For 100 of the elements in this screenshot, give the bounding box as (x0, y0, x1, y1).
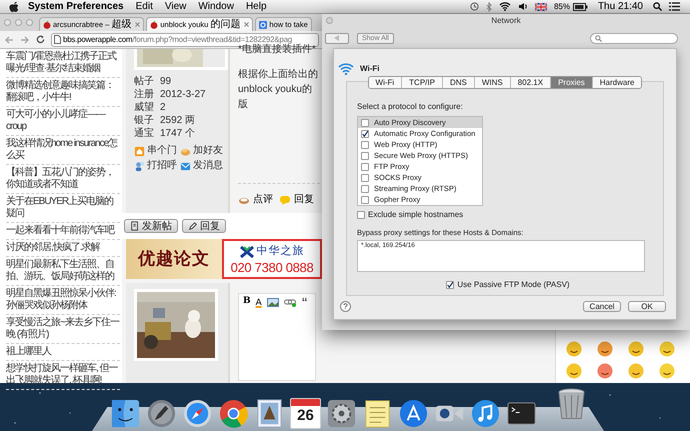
stat-value: 2 (160, 102, 166, 114)
dialog-button[interactable]: OK (628, 301, 666, 312)
thread-link[interactable]: 微博精选创意趣味搞笑篇：翻滚吧，小牛牛! (6, 80, 120, 104)
thread-button[interactable]: 回复 (182, 219, 226, 233)
bluetooth-icon[interactable] (486, 2, 492, 12)
checkbox[interactable] (361, 184, 369, 192)
pencil-icon (188, 221, 198, 231)
checkbox[interactable] (361, 140, 369, 148)
checkbox[interactable] (361, 174, 369, 182)
profile-link[interactable]: 串个门 (134, 145, 180, 157)
close-icon[interactable] (244, 22, 250, 27)
close-icon[interactable] (135, 22, 140, 27)
window-title: Network (491, 15, 521, 27)
text-color-button[interactable]: A (256, 298, 262, 306)
segment-tab[interactable]: 802.1X (510, 77, 550, 88)
thread-link[interactable]: 祖上哪里人 (6, 346, 120, 358)
section-label: Select a protocol to configure: (357, 101, 464, 113)
dialog-button[interactable]: Cancel (583, 301, 621, 312)
speech-bubble-icon (279, 194, 291, 206)
profile-link[interactable]: 发消息 (180, 160, 226, 172)
reload-icon[interactable] (36, 35, 45, 44)
menu-item[interactable]: Help (246, 0, 267, 14)
segment-tab[interactable]: WINS (474, 77, 510, 88)
thread-button[interactable]: 发新帖 (124, 219, 178, 233)
stat-label: 银子 (134, 115, 155, 127)
calendar-icon[interactable]: 26 (290, 398, 321, 429)
stat-label: 注册 (134, 89, 155, 101)
finder-icon[interactable] (110, 398, 141, 429)
post-action-link[interactable]: 点评 (238, 192, 273, 207)
browser-icon[interactable] (218, 398, 249, 429)
search-icon[interactable] (653, 2, 662, 11)
stat-value: 1747 个 (160, 128, 196, 140)
banner-text: 优越论文 (138, 248, 210, 270)
post-text: 根据你上面给出的 (238, 68, 319, 82)
menu-clock[interactable]: Thu 21:40 (598, 0, 643, 14)
wifi-icon[interactable] (498, 2, 511, 11)
compass-icon[interactable] (182, 398, 213, 429)
post-heading: *电脑直接装插件* (238, 44, 317, 57)
person-icon (134, 160, 145, 172)
apple-menu-icon[interactable] (9, 1, 19, 12)
clock-icon[interactable] (470, 2, 479, 11)
forward-icon[interactable] (20, 36, 30, 44)
speaker-icon[interactable] (518, 2, 528, 11)
battery-percentage: 85% (554, 0, 570, 12)
link-icon[interactable] (284, 298, 297, 306)
thread-link[interactable]: 一起来看看十年前得汽车吧 (6, 225, 120, 237)
profile-link[interactable]: 加好友 (180, 145, 226, 157)
trash-icon[interactable] (556, 387, 587, 421)
apple-favicon-icon (150, 20, 158, 28)
checkbox[interactable] (361, 196, 369, 204)
thread-link[interactable]: 讨厌的邻居,快疯了.求解 (6, 242, 120, 254)
checkbox[interactable] (357, 211, 365, 219)
apple-favicon-icon (43, 20, 51, 28)
thread-link[interactable]: 车震门/霍恩燕杜江携子正式曝光/理查·基尔结束婚姻 (6, 51, 120, 75)
quote-button[interactable]: “ (302, 298, 308, 306)
banner-phone: 020 7380 0888 (230, 260, 314, 275)
stat-value: 2012-3-27 (160, 89, 206, 101)
back-icon (334, 35, 340, 41)
segment-tab[interactable]: TCP/IP (401, 77, 442, 88)
profile-link[interactable]: 打招呼 (134, 160, 180, 172)
menu-item[interactable]: View (164, 0, 186, 14)
thread-link[interactable]: 【科普】五花八门的姿势，你知道或者不知道 (6, 167, 120, 191)
thread-link[interactable]: 可大可小的小儿哮症——croup (6, 109, 120, 133)
stat-label: 威望 (134, 102, 155, 114)
battery-icon[interactable] (572, 2, 588, 10)
checkbox[interactable] (446, 281, 454, 290)
app-store-icon[interactable] (398, 398, 429, 429)
segment-tab[interactable]: DNS (442, 77, 474, 88)
checkbox[interactable] (361, 152, 369, 160)
segment-tab[interactable]: Wi-Fi (368, 77, 402, 88)
search-icon (595, 34, 602, 42)
checkbox[interactable] (361, 162, 369, 170)
flag-icon[interactable] (534, 2, 547, 10)
image-icon[interactable] (266, 298, 279, 306)
thread-link[interactable]: 我这样情况home insurance怎么买 (6, 138, 120, 162)
bold-button[interactable]: B (243, 295, 251, 309)
back-icon[interactable] (4, 36, 14, 44)
list-icon[interactable] (669, 2, 680, 11)
thread-link[interactable]: 明星们最新私下生活照、自拍、游玩、饭局好萌这样的 (6, 259, 120, 283)
segment-tab[interactable]: Hardware (592, 77, 642, 88)
thread-link[interactable]: 享受慢活之旅~来去乡下住一晚 (有照片) (6, 317, 120, 341)
post-action-link[interactable]: 回复 (279, 192, 314, 207)
music-note-icon[interactable] (470, 398, 501, 429)
help-button[interactable]: ? (340, 301, 351, 312)
app-menu[interactable]: System Preferences (28, 0, 124, 14)
post-text: unblock youku的版 (238, 83, 313, 112)
editor-box[interactable]: B A “ (238, 293, 316, 381)
thread-link[interactable]: 明星自黑爆丑照惊呆小伙伴:孙俪哭戏似孙杨附体 (6, 288, 120, 312)
thread-link[interactable]: 关于在EBUYER上买电脑的疑问 (6, 196, 120, 220)
segment-tab[interactable]: Proxies (550, 77, 592, 88)
checkbox[interactable] (361, 130, 369, 138)
logo-icon (240, 246, 254, 258)
menu-item[interactable]: Edit (136, 0, 153, 14)
gear-icon[interactable] (326, 398, 357, 429)
wifi-icon (338, 63, 354, 75)
banner-brand: 中华之旅 (256, 243, 304, 260)
back-forward-button[interactable] (325, 32, 349, 44)
menu-item[interactable]: Window (198, 0, 234, 14)
search-field[interactable] (590, 32, 678, 44)
checkbox[interactable] (361, 118, 369, 126)
